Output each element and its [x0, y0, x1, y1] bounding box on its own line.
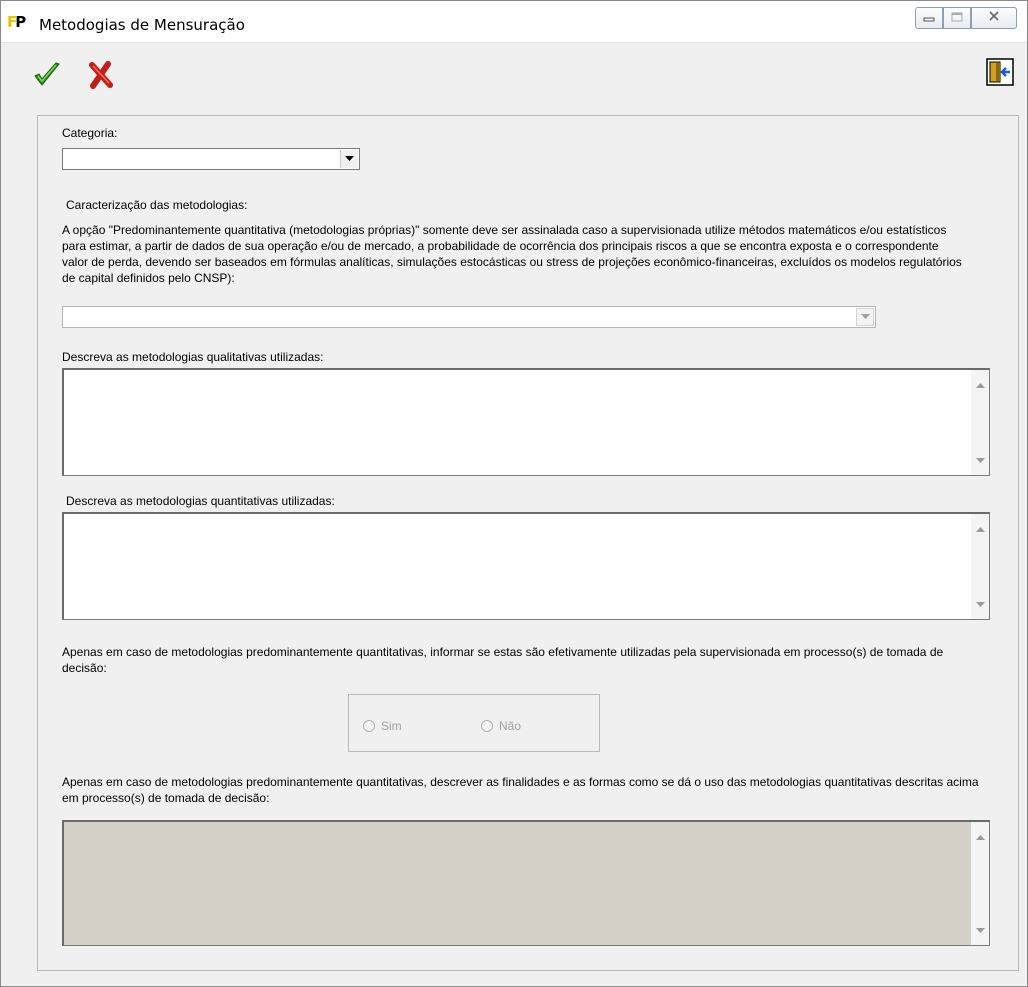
scroll-up-icon[interactable] [971, 520, 989, 538]
scroll-down-icon[interactable] [971, 451, 989, 469]
cancel-button[interactable] [83, 58, 119, 94]
radio-circle-icon [481, 720, 493, 732]
categoria-dropdown[interactable] [62, 148, 360, 170]
scrollbar[interactable] [971, 370, 989, 475]
radio-nao[interactable]: Não [481, 719, 521, 733]
radio-sim-label: Sim [381, 719, 402, 733]
quantitativas-label: Descreva as metodologias quantitativas u… [66, 494, 335, 508]
minimize-button[interactable] [915, 7, 943, 29]
x-icon [88, 60, 114, 92]
scroll-down-icon[interactable] [971, 595, 989, 613]
confirm-button[interactable] [29, 58, 65, 94]
scrollbar[interactable] [971, 822, 989, 945]
scrollbar[interactable] [971, 514, 989, 619]
chevron-down-icon[interactable] [340, 150, 358, 168]
caracterizacao-description: A opção "Predominantemente quantitativa … [62, 223, 962, 285]
qualitativas-label: Descreva as metodologias qualitativas ut… [62, 350, 324, 364]
close-icon [988, 10, 1000, 26]
exit-door-icon [986, 57, 1014, 89]
minimize-icon [923, 12, 935, 25]
dialog-window: FP Metodogias de Mensuração Categoria: C… [0, 0, 1028, 987]
radio-nao-label: Não [499, 719, 522, 733]
caracterizacao-dropdown[interactable] [62, 306, 876, 328]
finalidades-textarea[interactable] [62, 820, 990, 946]
decisao-question: Apenas em caso de metodologias predomina… [62, 645, 944, 675]
maximize-button[interactable] [943, 7, 971, 29]
qualitativas-textarea[interactable] [62, 368, 990, 476]
scroll-up-icon[interactable] [971, 828, 989, 846]
exit-button[interactable] [985, 57, 1015, 89]
chevron-down-icon[interactable] [856, 308, 874, 326]
window-title: Metodogias de Mensuração [39, 16, 245, 34]
title-bar: FP Metodogias de Mensuração [1, 1, 1027, 43]
caracterizacao-label: Caracterização das metodologias: [66, 198, 248, 212]
form-panel: Categoria: Caracterização das metodologi… [37, 115, 1019, 971]
fp-app-icon: FP [7, 13, 26, 31]
checkmark-icon [32, 61, 62, 92]
categoria-label: Categoria: [62, 126, 118, 140]
maximize-icon [951, 12, 963, 25]
finalidades-label: Apenas em caso de metodologias predomina… [62, 775, 979, 805]
toolbar [1, 44, 1027, 108]
quantitativas-textarea[interactable] [62, 512, 990, 620]
scroll-down-icon[interactable] [971, 921, 989, 939]
radio-circle-icon [363, 720, 375, 732]
scroll-up-icon[interactable] [971, 376, 989, 394]
radio-sim[interactable]: Sim [363, 719, 402, 733]
window-controls [915, 7, 1017, 29]
close-button[interactable] [971, 7, 1017, 29]
decisao-radio-group: Sim Não [348, 694, 600, 752]
